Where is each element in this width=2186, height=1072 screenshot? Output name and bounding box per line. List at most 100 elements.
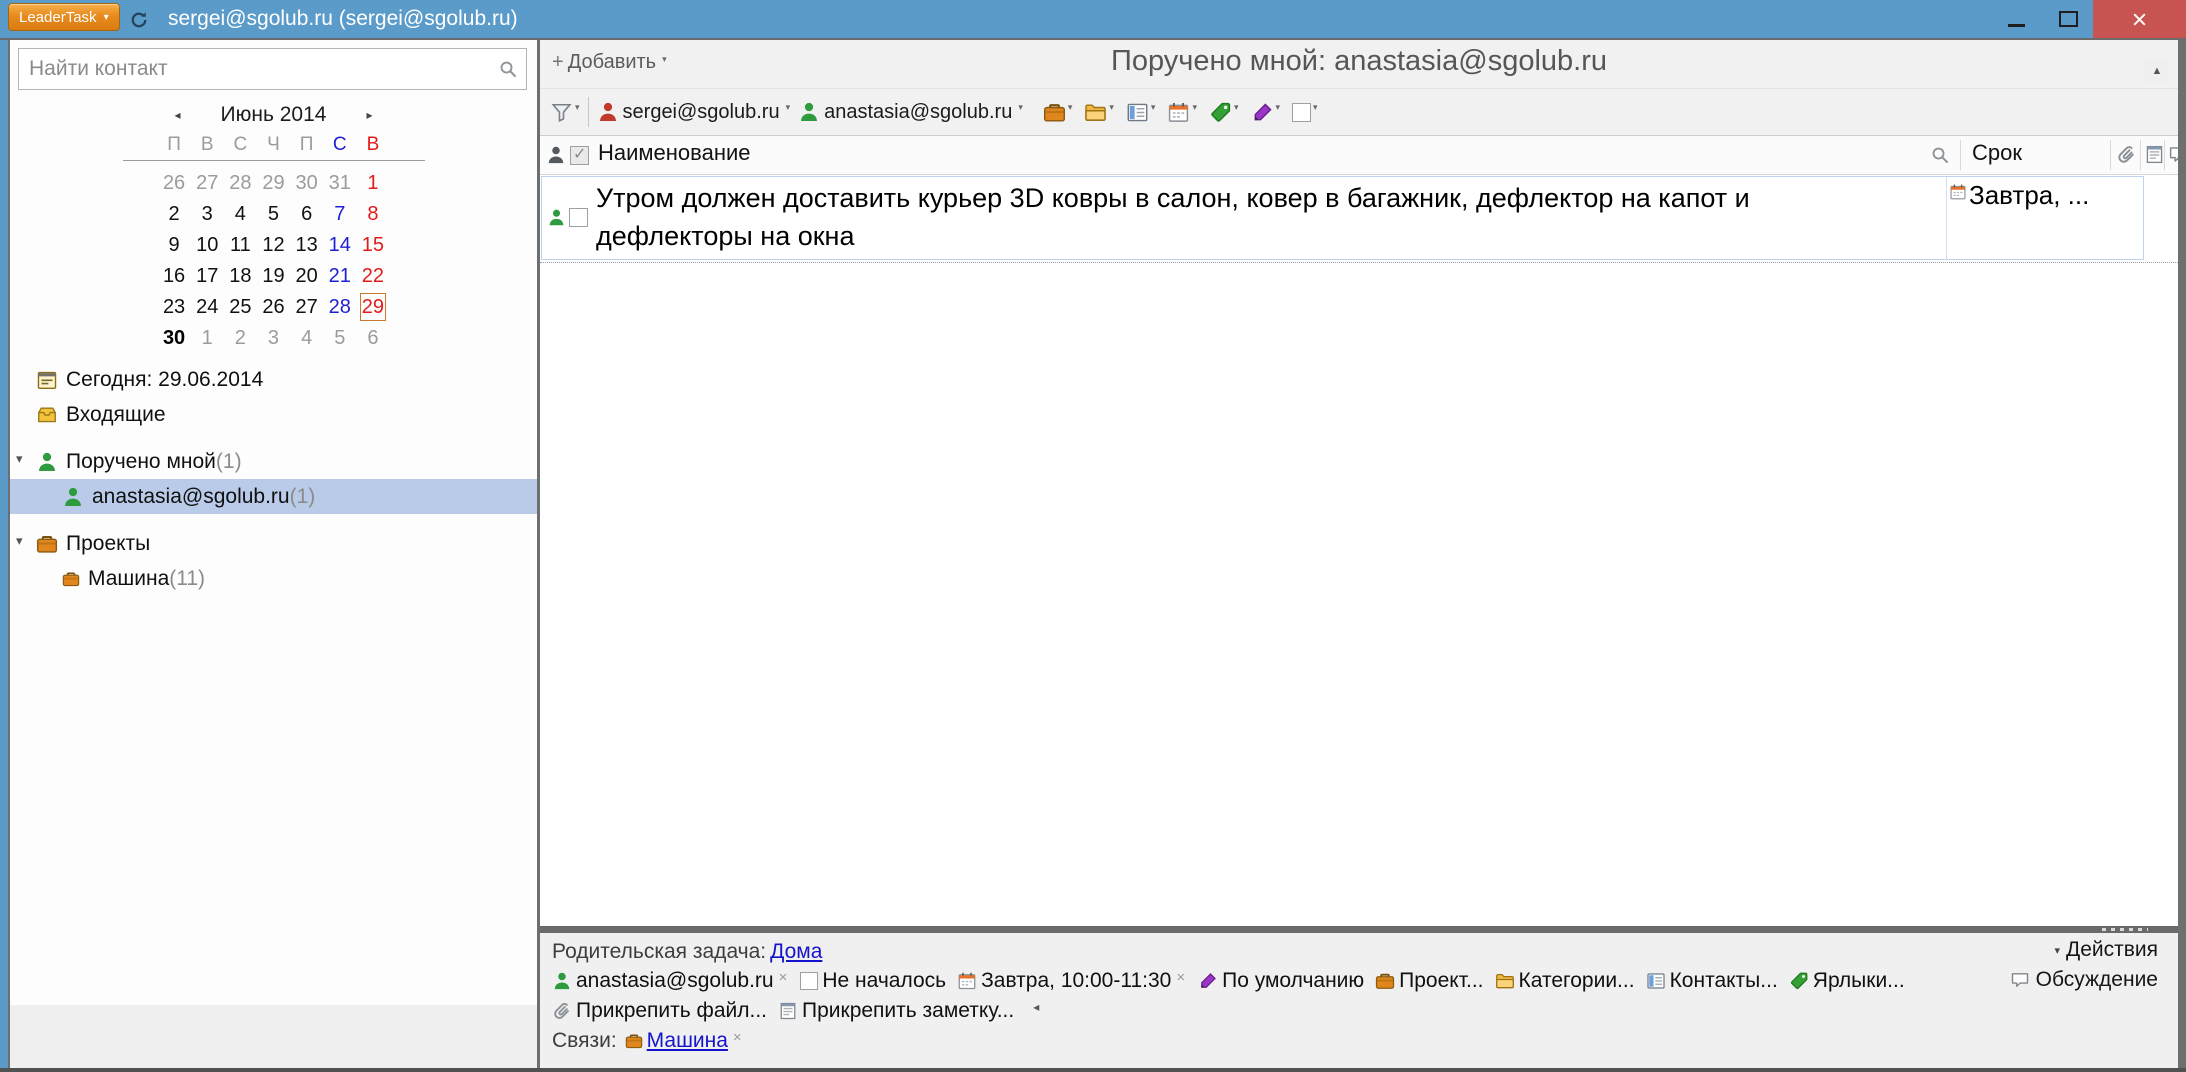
chip-link[interactable]: Машина xyxy=(647,1029,728,1053)
actions-button[interactable]: ▾ Действия xyxy=(2010,935,2158,965)
toolbar-filter-owner[interactable]: sergei@sgolub.ru▾ xyxy=(597,101,791,124)
toolbar-project-button[interactable]: ▾ xyxy=(1043,101,1073,124)
calendar-day[interactable]: 28 xyxy=(323,293,356,321)
calendar-day[interactable]: 27 xyxy=(191,169,224,197)
calendar-day[interactable]: 9 xyxy=(158,231,191,259)
calendar-day[interactable]: 22 xyxy=(356,262,389,290)
minimize-button[interactable] xyxy=(1992,0,2040,38)
splitter[interactable] xyxy=(540,926,2178,933)
sync-icon[interactable] xyxy=(129,10,149,30)
assignee-column-icon[interactable] xyxy=(546,145,566,165)
toolbar-date-button[interactable]: ▾ xyxy=(1167,101,1197,124)
calendar-day[interactable]: 13 xyxy=(290,231,323,259)
calendar-day[interactable]: 2 xyxy=(158,200,191,228)
calendar-day[interactable]: 4 xyxy=(224,200,257,228)
calendar-day[interactable]: 8 xyxy=(356,200,389,228)
sidebar-item-project-car[interactable]: Машина(11) xyxy=(10,561,537,596)
expand-arrow-icon[interactable]: ▾ xyxy=(16,533,23,549)
note-icon[interactable] xyxy=(2144,144,2165,165)
calendar-day[interactable]: 3 xyxy=(257,324,290,352)
calendar-day[interactable]: 29 xyxy=(360,293,386,321)
select-all-checkbox[interactable] xyxy=(570,146,589,165)
chip-categories[interactable]: Категории... xyxy=(1495,969,1635,993)
task-row[interactable]: Утром должен доставить курьер 3D ковры в… xyxy=(541,176,2144,260)
chip-attach-file[interactable]: Прикрепить файл... xyxy=(552,999,767,1023)
task-checkbox[interactable] xyxy=(569,208,588,227)
calendar-day[interactable]: 27 xyxy=(290,293,323,321)
calendar-day[interactable]: 6 xyxy=(356,324,389,352)
calendar-day[interactable]: 30 xyxy=(158,324,191,352)
calendar-day[interactable]: 14 xyxy=(323,231,356,259)
calendar-day[interactable]: 15 xyxy=(356,231,389,259)
calendar-day[interactable]: 31 xyxy=(323,169,356,197)
toolbar-filter-assignee[interactable]: anastasia@sgolub.ru▾ xyxy=(798,101,1023,124)
calendar-day[interactable]: 12 xyxy=(257,231,290,259)
maximize-button[interactable] xyxy=(2044,0,2092,38)
calendar-day[interactable]: 5 xyxy=(257,200,290,228)
expand-arrow-icon[interactable]: ▾ xyxy=(16,451,23,467)
chip-contacts[interactable]: Контакты... xyxy=(1646,969,1778,993)
calendar-day[interactable]: 2 xyxy=(224,324,257,352)
calendar-month-label[interactable]: Июнь 2014 xyxy=(221,103,327,127)
calendar-day[interactable]: 6 xyxy=(290,200,323,228)
calendar-day[interactable]: 21 xyxy=(323,262,356,290)
calendar-day[interactable]: 30 xyxy=(290,169,323,197)
search-input[interactable] xyxy=(19,49,526,89)
remove-icon[interactable]: × xyxy=(733,1029,742,1046)
sidebar-item-assignee-anastasia[interactable]: anastasia@sgolub.ru(1) xyxy=(10,479,537,514)
calendar-day[interactable]: 4 xyxy=(290,324,323,352)
calendar-day[interactable]: 7 xyxy=(323,200,356,228)
calendar-day[interactable]: 1 xyxy=(191,324,224,352)
remove-icon[interactable]: × xyxy=(1176,969,1185,986)
chip-due[interactable]: Завтра, 10:00-11:30× xyxy=(957,969,1187,993)
chip-labels[interactable]: Ярлыки... xyxy=(1789,969,1905,993)
chip-project[interactable]: Проект... xyxy=(1375,969,1483,993)
collapse-arrow-icon[interactable]: ◂ xyxy=(1033,1000,1039,1014)
calendar-prev-button[interactable]: ◂ xyxy=(175,108,181,122)
remove-icon[interactable]: × xyxy=(779,969,788,986)
toolbar-status-button[interactable]: ▾ xyxy=(1292,103,1318,122)
panel-divider[interactable] xyxy=(537,40,540,1068)
sidebar-item-inbox[interactable]: Входящие xyxy=(10,397,537,432)
search-icon[interactable] xyxy=(1930,145,1950,165)
toolbar-label-button[interactable]: ▾ xyxy=(1209,101,1239,124)
calendar-day[interactable]: 1 xyxy=(356,169,389,197)
calendar-day[interactable]: 3 xyxy=(191,200,224,228)
sidebar-item-assigned-by-me[interactable]: ▾Поручено мной(1) xyxy=(10,444,537,479)
column-due[interactable]: Срок xyxy=(1972,140,2022,166)
calendar-next-button[interactable]: ▸ xyxy=(366,108,372,122)
calendar-day[interactable]: 29 xyxy=(257,169,290,197)
calendar-day[interactable]: 28 xyxy=(224,169,257,197)
calendar-day[interactable]: 5 xyxy=(323,324,356,352)
discussion-button[interactable]: Обсуждение xyxy=(2010,965,2158,995)
search-icon[interactable] xyxy=(498,59,518,79)
toolbar-contact-button[interactable]: ▾ xyxy=(1126,101,1156,124)
filter-button[interactable]: ▾ xyxy=(550,101,580,124)
scroll-up-button[interactable]: ▲ xyxy=(2145,60,2169,82)
calendar-day[interactable]: 26 xyxy=(158,169,191,197)
chip-marker[interactable]: По умолчанию xyxy=(1198,969,1364,993)
sidebar-item-today[interactable]: Сегодня: 29.06.2014 xyxy=(10,362,537,397)
calendar-day[interactable]: 11 xyxy=(224,231,257,259)
chip-assignee[interactable]: anastasia@sgolub.ru× xyxy=(552,969,789,993)
toolbar-marker-button[interactable]: ▾ xyxy=(1251,101,1281,124)
calendar-day[interactable]: 17 xyxy=(191,262,224,290)
calendar-day[interactable]: 18 xyxy=(224,262,257,290)
calendar-day[interactable]: 26 xyxy=(257,293,290,321)
column-name[interactable]: Наименование xyxy=(598,140,751,166)
calendar-day[interactable]: 16 xyxy=(158,262,191,290)
chip-attach-note[interactable]: Прикрепить заметку... xyxy=(778,999,1014,1023)
calendar-day[interactable]: 20 xyxy=(290,262,323,290)
calendar-day[interactable]: 23 xyxy=(158,293,191,321)
chip-link-car[interactable]: Машина × xyxy=(625,1029,744,1053)
close-button[interactable] xyxy=(2093,0,2186,38)
toolbar-category-button[interactable]: ▾ xyxy=(1084,101,1114,124)
app-menu-button[interactable]: LeaderTask ▾ xyxy=(8,3,120,31)
chip-status[interactable]: Не началось xyxy=(800,969,946,993)
calendar-day[interactable]: 10 xyxy=(191,231,224,259)
calendar-day[interactable]: 19 xyxy=(257,262,290,290)
calendar-day[interactable]: 25 xyxy=(224,293,257,321)
parent-task-link[interactable]: Дома xyxy=(770,940,822,964)
paperclip-icon[interactable] xyxy=(2116,144,2137,165)
sidebar-item-projects[interactable]: ▾Проекты xyxy=(10,526,537,561)
